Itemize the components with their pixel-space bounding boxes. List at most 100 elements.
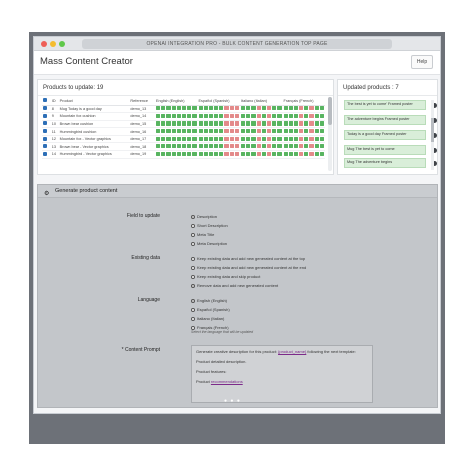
field-status-indicator — [161, 113, 166, 118]
table-row[interactable]: 13 Brown bear - Vector graphics demo_18 — [42, 142, 325, 152]
radio-button[interactable] — [191, 316, 195, 321]
existing-data-option[interactable]: Keep existing data and add new generated… — [191, 256, 305, 261]
field-status-indicator — [166, 106, 171, 111]
language-option[interactable]: Español (Spanish) — [191, 307, 230, 312]
field-status-indicator — [256, 136, 261, 141]
maximize-window-icon[interactable] — [59, 41, 65, 47]
field-status-indicator — [161, 121, 166, 126]
column-header-reference[interactable]: Reference — [129, 97, 155, 106]
help-button[interactable]: Help — [411, 55, 433, 69]
row-checkbox[interactable] — [42, 120, 51, 129]
field-status-indicator — [229, 128, 234, 134]
field-status-indicator — [176, 128, 181, 134]
field-status-indicator — [229, 113, 234, 118]
row-language-status-2 — [240, 127, 283, 136]
row-checkbox[interactable] — [42, 135, 51, 144]
updated-scrollbar[interactable] — [431, 100, 434, 170]
column-header-id[interactable]: ID — [50, 97, 59, 106]
scrollbar-thumb[interactable] — [328, 97, 332, 125]
radio-button[interactable] — [191, 307, 195, 312]
field-status-indicator — [246, 106, 251, 111]
existing-data-option[interactable]: Keep existing data and skip product — [191, 274, 260, 279]
scrollbar-thumb[interactable] — [431, 118, 434, 142]
row-language-status-3 — [282, 120, 325, 129]
radio-button[interactable] — [191, 241, 195, 246]
field-status-indicator — [283, 128, 288, 134]
row-checkbox[interactable] — [42, 112, 51, 121]
field-status-indicator — [309, 128, 314, 134]
radio-button[interactable] — [191, 232, 195, 237]
updated-products-panel: Updated products : 7 The best is yet to … — [337, 79, 438, 175]
row-checkbox[interactable] — [42, 142, 51, 152]
language-option[interactable]: Italiano (Italian) — [191, 316, 224, 321]
products-scrollbar[interactable] — [328, 97, 332, 171]
field-status-indicator — [208, 136, 214, 141]
field-to-update-option[interactable]: Meta Title — [191, 232, 214, 237]
row-language-status-2 — [240, 150, 283, 159]
table-row[interactable]: 12 Mountain fox - Vector graphics demo_17 — [42, 135, 325, 144]
table-row[interactable]: 10 Brown bear cushion demo_15 — [42, 120, 325, 129]
row-checkbox[interactable] — [42, 105, 51, 114]
row-language-status-0 — [155, 112, 198, 121]
field-status-indicator — [208, 144, 214, 149]
field-status-indicator — [234, 128, 239, 134]
radio-button[interactable] — [191, 325, 195, 330]
field-to-update-option[interactable]: Description — [191, 214, 217, 219]
radio-button[interactable] — [191, 256, 195, 261]
row-id: 12 — [50, 135, 59, 144]
radio-button[interactable] — [191, 298, 195, 303]
field-status-indicator — [272, 113, 277, 118]
field-status-indicator — [219, 136, 224, 141]
field-status-indicator — [234, 151, 239, 156]
prompt-line-1: Generate creative description for this p… — [196, 349, 356, 354]
field-status-indicator — [241, 106, 246, 111]
carousel-dots[interactable]: ● ● ● — [224, 398, 241, 404]
field-status-indicator — [198, 151, 203, 156]
updated-product-item: Mug The best is yet to come — [344, 145, 437, 155]
close-window-icon[interactable] — [41, 41, 47, 47]
row-language-status-3 — [282, 105, 325, 114]
field-to-update-option[interactable]: Meta Description — [191, 241, 227, 246]
table-row[interactable]: 8 Mug Today is a good day demo_13 — [42, 105, 325, 114]
field-status-indicator — [156, 151, 161, 156]
field-status-indicator — [229, 136, 234, 141]
column-header-product[interactable]: Product — [58, 97, 130, 106]
table-row[interactable]: 11 Hummingbird cushion demo_16 — [42, 127, 325, 136]
existing-data-option[interactable]: Keep existing data and add new generated… — [191, 265, 306, 270]
field-status-indicator — [176, 151, 181, 156]
content-prompt-textarea[interactable]: Generate creative description for this p… — [191, 345, 373, 403]
field-status-indicator — [283, 144, 288, 149]
row-language-status-1 — [197, 150, 240, 159]
field-status-indicator — [266, 113, 272, 118]
field-status-indicator — [161, 106, 166, 111]
field-status-indicator — [277, 151, 282, 156]
table-row[interactable]: 14 Hummingbird - Vector graphics demo_19 — [42, 150, 325, 159]
radio-button[interactable] — [191, 214, 195, 219]
field-status-indicator — [171, 128, 176, 134]
table-row[interactable]: 9 Mountain fox cushion demo_14 — [42, 112, 325, 121]
field-status-indicator — [187, 121, 192, 126]
field-status-indicator — [277, 136, 282, 141]
updated-product-name: The adventure begins Framed poster — [347, 116, 410, 121]
field-status-indicator — [161, 128, 166, 134]
language-option[interactable]: English (English) — [191, 298, 227, 303]
field-to-update-option[interactable]: Short Description — [191, 223, 228, 228]
field-status-indicator — [288, 106, 293, 111]
row-checkbox[interactable] — [42, 150, 51, 159]
radio-button[interactable] — [191, 265, 195, 270]
field-status-indicator — [288, 136, 293, 141]
existing-data-option[interactable]: Remove data and add new generated conten… — [191, 283, 278, 288]
field-status-indicator — [166, 113, 171, 118]
select-all-checkbox[interactable] — [42, 97, 51, 106]
radio-button[interactable] — [191, 223, 195, 228]
field-status-indicator — [229, 151, 234, 156]
radio-button[interactable] — [191, 274, 195, 279]
row-id: 8 — [50, 105, 59, 114]
minimize-window-icon[interactable] — [50, 41, 56, 47]
field-to-update-label: Field to update — [126, 213, 160, 219]
column-header-english: English (English) — [155, 97, 198, 106]
radio-button[interactable] — [191, 283, 195, 288]
field-status-indicator — [234, 121, 239, 126]
row-product-name: Hummingbird - Vector graphics — [58, 150, 130, 159]
row-checkbox[interactable] — [42, 127, 51, 136]
